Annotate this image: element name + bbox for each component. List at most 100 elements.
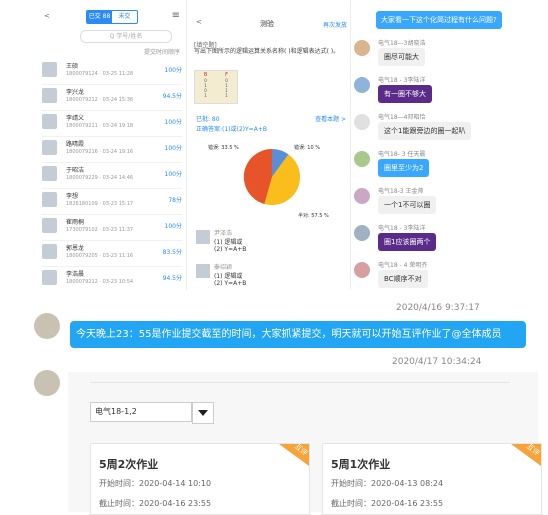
- answer-student-name: 秦绍颖: [214, 264, 233, 271]
- student-answer[interactable]: 秦绍颖 (1) 逻辑或 (2) Y=A+B: [196, 262, 336, 290]
- student-row[interactable]: 路晴霞 1800079216 · 03-24 19:16 100分: [42, 136, 182, 163]
- correct-answer: 正确答案:(1)或(2)Y=A+B: [196, 126, 267, 133]
- student-row[interactable]: 李浩晨 1800079212 · 03-23 10:54 94.5分: [42, 266, 182, 290]
- peer-review-tag: 互评: [279, 444, 309, 466]
- announcement-message: 今天晚上23：55是作业提交截至的时间，大家抓紧提交，明天就可以开始互评作业了@…: [70, 321, 526, 348]
- chat-message: 圈里至少为2: [378, 159, 430, 177]
- view-question-link[interactable]: 查看本题 >: [315, 114, 346, 123]
- student-row[interactable]: 李想 1826180109 · 03-23 15:17 78分: [42, 188, 182, 215]
- avatar: [196, 230, 210, 244]
- student-row[interactable]: 崔雨桐 1730079102 · 03-23 11:37 100分: [42, 214, 182, 241]
- submission-list-panel: < 已交 88 未交 ≡ Q 学号/姓名 提交时间顺序 王硕 1800079124…: [34, 0, 187, 290]
- resend-button[interactable]: 再次发放: [323, 20, 347, 29]
- avatar: [354, 151, 370, 167]
- homework-end-time: 截止时间：2020-04-16 23:55: [331, 499, 444, 508]
- answer-student-name: 尹泽浩: [214, 230, 233, 237]
- pie-label-orange: 错误: 33.5 %: [208, 145, 239, 151]
- timestamp-second: 2020/4/17 10:34:24: [392, 357, 482, 367]
- student-name: 李靖义: [66, 115, 85, 122]
- avatar: [354, 188, 370, 204]
- student-row[interactable]: 李兴龙 1800079212 · 03-24 15:36 94.5分: [42, 84, 182, 111]
- student-score: 83.5分: [162, 249, 182, 256]
- student-row[interactable]: 于昭洁 1800079229 · 03-24 14:46 100分: [42, 162, 182, 189]
- search-input[interactable]: Q 学号/姓名: [80, 30, 172, 43]
- tab-submitted[interactable]: 已交 88: [87, 11, 112, 23]
- student-answer[interactable]: 尹泽浩 (1) 逻辑或 (2) Y=A+B: [196, 228, 336, 258]
- student-name: 王硕: [66, 63, 79, 70]
- homework-start-time: 开始时间：2020-04-13 08:24: [331, 479, 444, 488]
- student-score: 94.5分: [162, 275, 182, 282]
- student-meta: 1826180109 · 03-23 15:17: [66, 201, 134, 207]
- student-score: 100分: [164, 145, 182, 152]
- avatar: [354, 262, 370, 278]
- student-score: 100分: [164, 223, 182, 230]
- peer-review-tag-label: 互评: [525, 442, 541, 458]
- avatar: [42, 114, 57, 129]
- student-meta: 1800079216 · 03-24 19:16: [66, 149, 134, 155]
- chat-sender-name: 电气18-3 王金帅: [378, 188, 424, 195]
- chat-sender-name: 电气18 - 3李陆洋: [378, 225, 426, 232]
- student-row[interactable]: 王硕 1800079124 · 03-25 11:28 100分: [42, 58, 182, 85]
- student-score: 100分: [164, 119, 182, 126]
- peer-review-tag: 互评: [511, 444, 541, 466]
- sort-label[interactable]: 提交时间顺序: [144, 47, 180, 56]
- avatar: [354, 77, 370, 93]
- class-select-value: 电气18-1,2: [95, 407, 137, 416]
- student-row[interactable]: 郭恩龙 1800079205 · 03-23 11:16 83.5分: [42, 240, 182, 267]
- back-icon[interactable]: <: [196, 18, 202, 26]
- select-dropdown-button[interactable]: [192, 402, 214, 424]
- avatar: [42, 270, 57, 285]
- student-meta: 1800079205 · 03-23 11:16: [66, 253, 134, 259]
- student-score: 94.5分: [162, 93, 182, 100]
- avatar: [42, 140, 57, 155]
- teacher-avatar: [34, 370, 60, 396]
- avatar: [42, 218, 57, 233]
- homework-card[interactable]: 互评 5周1次作业 开始时间：2020-04-13 08:24 截止时间：202…: [322, 443, 542, 515]
- answer-line-1: (1) 逻辑或: [214, 239, 243, 246]
- graded-count: 已批: 80: [196, 116, 220, 123]
- student-score: 100分: [164, 171, 182, 178]
- avatar: [42, 88, 57, 103]
- menu-icon[interactable]: ≡: [172, 10, 180, 21]
- truth-cell: 1: [204, 93, 207, 98]
- student-meta: 1800079212 · 03-23 10:54: [66, 279, 134, 285]
- chat-sender-name: 电气18—4邓昭恰: [378, 114, 426, 121]
- truth-cell: 1: [225, 93, 228, 98]
- chat-sender-name: 电气18 - 4 荣明齐: [378, 262, 428, 269]
- truth-table-row: 11: [195, 93, 237, 98]
- truth-table-image: B F 00110111: [194, 70, 238, 104]
- avatar: [42, 244, 57, 259]
- tab-unsubmitted[interactable]: 未交: [112, 11, 137, 23]
- student-row[interactable]: 李靖义 1800079211 · 03-24 19:18 100分: [42, 110, 182, 137]
- class-select[interactable]: 电气18-1,2: [90, 402, 192, 422]
- pie-label-blue: 错误: 10 %: [294, 145, 320, 151]
- student-name: 郭恩龙: [66, 245, 85, 252]
- homework-card[interactable]: 互评 5周2次作业 开始时间：2020-04-14 10:10 截止时间：202…: [90, 443, 310, 515]
- student-meta: 1800079211 · 03-24 19:18: [66, 123, 134, 129]
- answer-line-2: (2) Y=A+B: [214, 280, 247, 287]
- student-name: 李兴龙: [66, 89, 85, 96]
- avatar: [354, 40, 370, 56]
- student-name: 于昭洁: [66, 167, 85, 174]
- submission-tabs: 已交 88 未交: [86, 10, 138, 24]
- question-text: 写出下图所示的逻辑运算关系名称( )和逻辑表达式( )。: [194, 48, 340, 55]
- answer-pie-chart: [243, 148, 301, 206]
- chevron-down-icon: [198, 410, 208, 416]
- chat-message: BC顺序不对: [378, 270, 428, 288]
- back-icon[interactable]: <: [44, 12, 50, 20]
- homework-title: 5周1次作业: [331, 458, 391, 471]
- student-score: 78分: [168, 197, 182, 204]
- chat-message: 这个1能跟旁边的圈一起叭: [378, 122, 472, 140]
- quiz-detail-panel: < 测验 再次发放 [填空题] 写出下图所示的逻辑运算关系名称( )和逻辑表达式…: [188, 0, 351, 290]
- student-meta: 1730079102 · 03-23 11:37: [66, 227, 134, 233]
- student-name: 李想: [66, 193, 79, 200]
- avatar: [42, 62, 57, 77]
- homework-end-time: 截止时间：2020-04-16 23:55: [99, 499, 212, 508]
- teacher-avatar: [34, 313, 60, 339]
- divider: [90, 382, 510, 383]
- student-name: 崔雨桐: [66, 219, 85, 226]
- page-title: 测验: [260, 20, 274, 28]
- peer-review-tag-label: 互评: [293, 442, 309, 458]
- homework-start-time: 开始时间：2020-04-14 10:10: [99, 479, 212, 488]
- homework-title: 5周2次作业: [99, 458, 159, 471]
